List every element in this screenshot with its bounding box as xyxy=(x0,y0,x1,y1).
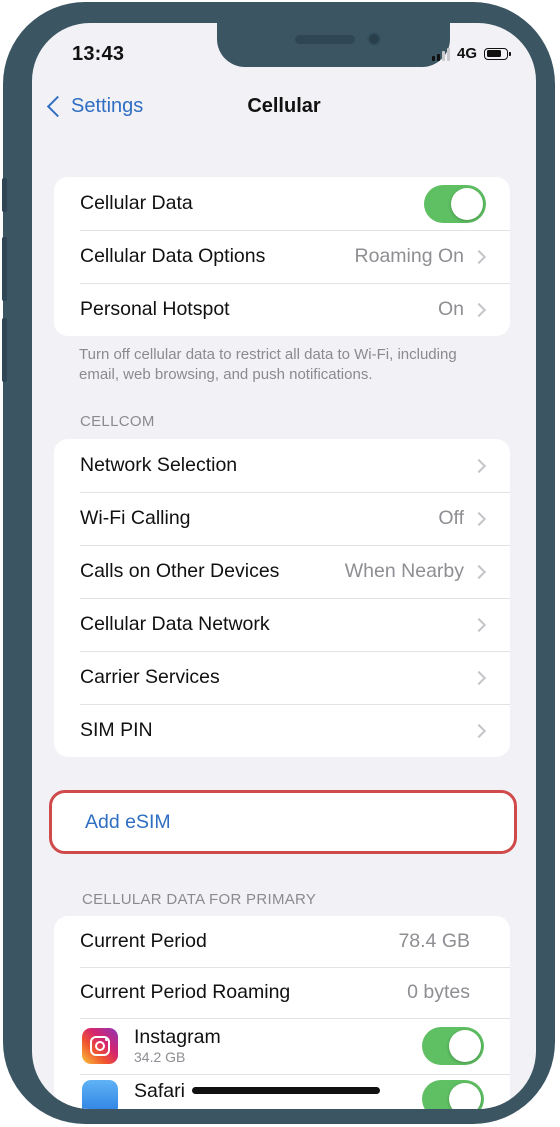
cellular-data-toggle[interactable] xyxy=(424,184,486,223)
row-label: Network Selection xyxy=(80,454,238,476)
signal-strength-icon xyxy=(431,47,450,61)
chevron-right-icon xyxy=(471,302,487,317)
chevron-left-icon xyxy=(46,95,69,118)
back-label: Settings xyxy=(71,95,144,117)
battery-level xyxy=(486,50,501,57)
toggle-knob xyxy=(449,1083,481,1109)
app-row-instagram: Instagram 34.2 GB xyxy=(54,1018,510,1074)
row-label: Calls on Other Devices xyxy=(80,560,280,582)
screen: 13:43 4G Settings Cellular Cellular Data xyxy=(32,23,536,1109)
row-label: SIM PIN xyxy=(80,719,153,741)
home-indicator[interactable] xyxy=(192,1087,380,1094)
cellular-data-footer: Turn off cellular data to restrict all d… xyxy=(79,346,457,383)
back-button[interactable]: Settings xyxy=(44,95,143,118)
instagram-toggle[interactable] xyxy=(422,1027,484,1065)
battery-icon xyxy=(484,47,511,60)
toggle-knob xyxy=(449,1030,481,1062)
chevron-right-icon xyxy=(471,670,487,685)
cellular-data-group: Cellular Data Cellular Data Options Roam… xyxy=(54,177,510,336)
row-label: Carrier Services xyxy=(80,666,220,688)
wifi-calling-row[interactable]: Wi-Fi Calling Off xyxy=(54,492,510,545)
carrier-section-header: CELLCOM xyxy=(80,413,155,430)
sim-pin-row[interactable]: SIM PIN xyxy=(54,704,510,757)
volume-up-button xyxy=(2,237,7,301)
current-period-row: Current Period 78.4 GB xyxy=(54,916,510,967)
chevron-right-icon xyxy=(471,249,487,264)
safari-icon xyxy=(82,1080,118,1109)
row-label: Personal Hotspot xyxy=(80,298,230,320)
current-period-roaming-row: Current Period Roaming 0 bytes xyxy=(54,967,510,1018)
carrier-services-row[interactable]: Carrier Services xyxy=(54,651,510,704)
status-time: 13:43 xyxy=(72,43,125,65)
row-label: Cellular Data xyxy=(80,192,193,214)
status-indicators: 4G xyxy=(431,45,511,62)
row-value: When Nearby xyxy=(344,560,464,582)
row-value: 0 bytes xyxy=(407,981,470,1003)
app-text: Instagram 34.2 GB xyxy=(134,1026,422,1066)
personal-hotspot-row[interactable]: Personal Hotspot On xyxy=(54,283,510,336)
add-esim-button[interactable]: Add eSIM xyxy=(49,790,517,854)
usage-section-header: CELLULAR DATA FOR PRIMARY xyxy=(82,891,317,908)
row-value: 78.4 GB xyxy=(398,930,470,952)
row-label: Current Period xyxy=(80,930,207,952)
row-value: Roaming On xyxy=(354,245,464,267)
chevron-right-icon xyxy=(471,511,487,526)
instagram-icon xyxy=(82,1028,118,1064)
front-camera xyxy=(367,32,381,46)
row-label: Cellular Data Network xyxy=(80,613,270,635)
carrier-group: Network Selection Wi-Fi Calling Off Call… xyxy=(54,439,510,757)
chevron-right-icon xyxy=(471,617,487,632)
row-label: Wi-Fi Calling xyxy=(80,507,191,529)
row-value: On xyxy=(437,298,464,320)
phone-frame: 13:43 4G Settings Cellular Cellular Data xyxy=(2,2,555,1124)
chevron-right-icon xyxy=(471,723,487,738)
toggle-knob xyxy=(451,187,483,220)
app-size: 34.2 GB xyxy=(134,1049,186,1065)
cellular-data-network-row[interactable]: Cellular Data Network xyxy=(54,598,510,651)
calls-on-other-devices-row[interactable]: Calls on Other Devices When Nearby xyxy=(54,545,510,598)
add-esim-label: Add eSIM xyxy=(85,811,171,833)
notch xyxy=(217,23,450,67)
safari-toggle[interactable] xyxy=(422,1080,484,1109)
network-selection-row[interactable]: Network Selection xyxy=(54,439,510,492)
volume-down-button xyxy=(2,318,7,382)
row-label: Current Period Roaming xyxy=(80,981,291,1003)
mute-switch xyxy=(2,178,7,212)
app-name: Instagram xyxy=(134,1026,221,1048)
row-value: Off xyxy=(438,507,464,529)
cellular-data-row: Cellular Data xyxy=(54,177,510,230)
cellular-data-options-row[interactable]: Cellular Data Options Roaming On xyxy=(54,230,510,283)
chevron-right-icon xyxy=(471,564,487,579)
usage-group: Current Period 78.4 GB Current Period Ro… xyxy=(54,916,510,1109)
network-type: 4G xyxy=(456,45,477,62)
chevron-right-icon xyxy=(471,458,487,473)
row-label: Cellular Data Options xyxy=(80,245,266,267)
speaker-grille xyxy=(295,35,355,44)
